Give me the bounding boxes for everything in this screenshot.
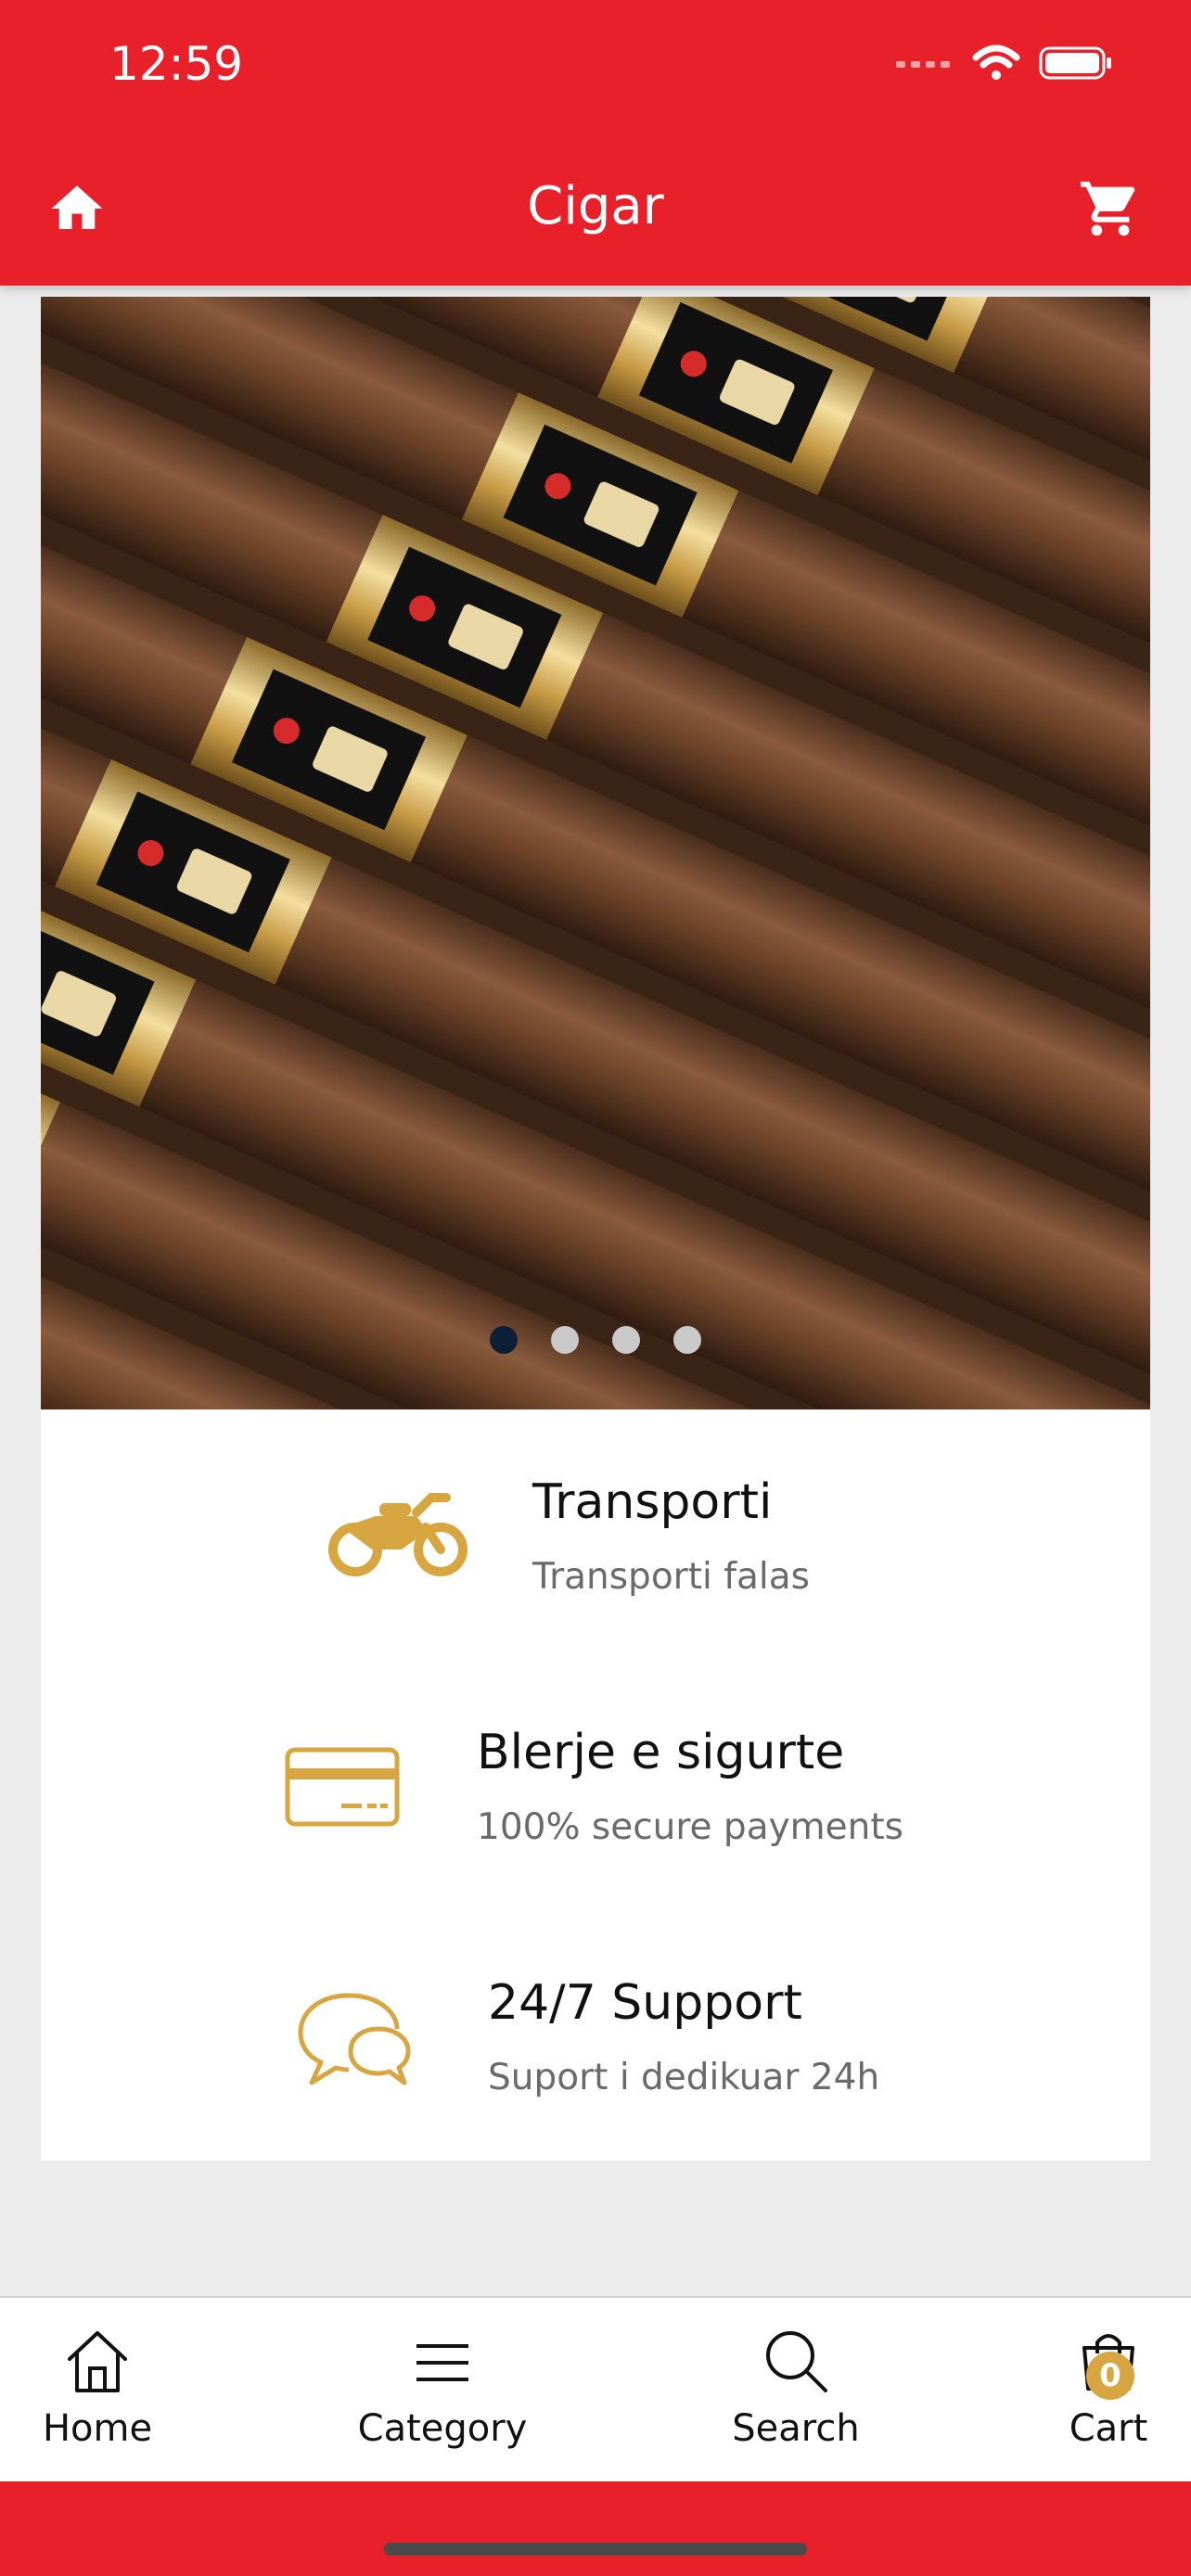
battery-icon bbox=[1039, 46, 1111, 80]
app-header: 12:59 Cigar bbox=[0, 0, 1191, 286]
home-outline-icon bbox=[68, 2331, 127, 2392]
cart-badge: 0 bbox=[1086, 2352, 1134, 2400]
feature-title: Blerje e sigurte bbox=[477, 1725, 845, 1780]
feature-subtitle: Suport i dedikuar 24h bbox=[488, 2057, 880, 2098]
cigar-banner-image bbox=[41, 297, 1150, 1409]
feature-title: 24/7 Support bbox=[488, 1975, 802, 2031]
carousel-dot-4[interactable] bbox=[673, 1326, 701, 1354]
carousel-dots bbox=[41, 1326, 1150, 1354]
tab-category-label: Category bbox=[357, 2407, 528, 2450]
tab-cart[interactable]: 0 Cart bbox=[997, 2326, 1191, 2450]
bottom-tab-bar: Home Category Search 0 Cart bbox=[0, 2296, 1191, 2481]
banner-carousel[interactable] bbox=[41, 297, 1150, 1409]
carousel-dot-1[interactable] bbox=[490, 1326, 518, 1354]
search-icon bbox=[766, 2331, 827, 2392]
tab-cart-label: Cart bbox=[1069, 2407, 1148, 2450]
chat-bubbles-icon bbox=[275, 1982, 432, 2093]
feature-subtitle: Transporti falas bbox=[532, 1556, 810, 1598]
carousel-dot-2[interactable] bbox=[551, 1326, 579, 1354]
wifi-icon bbox=[972, 45, 1020, 80]
home-indicator-area bbox=[0, 2481, 1191, 2576]
carousel-dot-3[interactable] bbox=[612, 1326, 640, 1354]
feature-secure-payment: Blerje e sigurte 100% secure payments bbox=[263, 1725, 903, 1848]
menu-icon bbox=[416, 2344, 468, 2381]
motorcycle-icon bbox=[319, 1481, 477, 1592]
feature-support: 24/7 Support Suport i dedikuar 24h bbox=[275, 1975, 879, 2098]
cart-icon[interactable] bbox=[1078, 176, 1143, 241]
credit-card-icon bbox=[263, 1731, 421, 1843]
feature-title: Transporti bbox=[532, 1474, 773, 1530]
features-panel: Transporti Transporti falas Blerje e sig… bbox=[41, 1409, 1150, 2161]
tab-search-label: Search bbox=[732, 2407, 860, 2450]
tab-home[interactable]: Home bbox=[0, 2326, 209, 2450]
tab-search[interactable]: Search bbox=[685, 2326, 907, 2450]
status-time: 12:59 bbox=[109, 37, 244, 91]
feature-transport: Transporti Transporti falas bbox=[319, 1474, 810, 1598]
page-title: Cigar bbox=[527, 176, 664, 236]
feature-subtitle: 100% secure payments bbox=[477, 1806, 903, 1848]
tab-home-label: Home bbox=[42, 2407, 153, 2450]
signal-icon bbox=[896, 61, 950, 68]
status-icons bbox=[896, 45, 1113, 82]
home-indicator[interactable] bbox=[384, 2543, 807, 2556]
tab-category[interactable]: Category bbox=[331, 2326, 554, 2450]
